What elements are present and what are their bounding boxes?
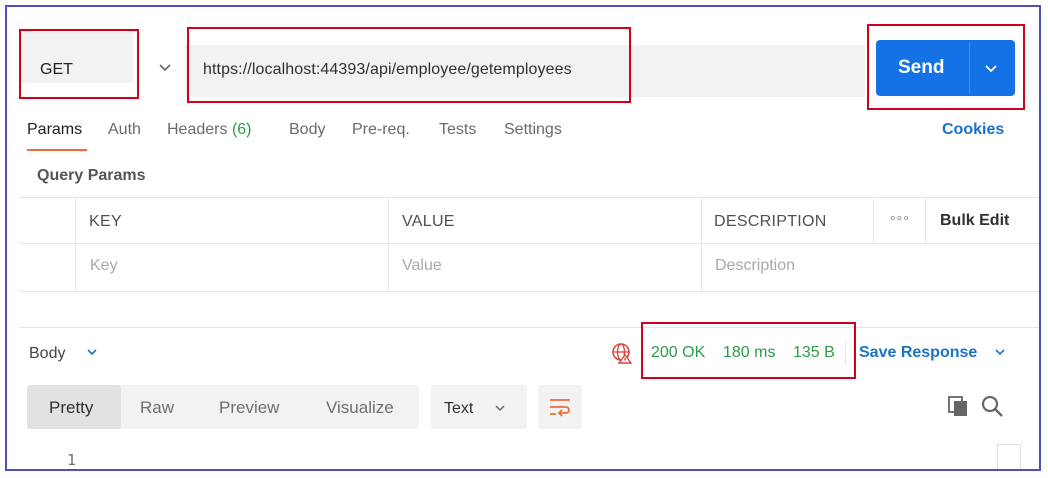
table-border: [701, 197, 702, 291]
table-border: [19, 291, 1039, 292]
wrap-lines-icon: [550, 399, 570, 417]
tab-pre-request[interactable]: Pre-req.: [352, 121, 410, 139]
chevron-down-icon[interactable]: [493, 401, 507, 415]
url-text: https://localhost:44393/api/employee/get…: [203, 61, 572, 78]
chevron-down-icon[interactable]: [993, 345, 1007, 359]
method-label: GET: [40, 61, 73, 78]
chevron-down-icon[interactable]: [157, 59, 173, 75]
table-border: [925, 197, 926, 243]
method-select[interactable]: [19, 29, 133, 83]
scrollbar[interactable]: [997, 444, 1021, 469]
status-divider: [845, 341, 846, 365]
tab-auth[interactable]: Auth: [108, 121, 141, 139]
key-input[interactable]: Key: [90, 257, 118, 275]
table-border: [19, 197, 1039, 198]
tab-headers-label: Headers: [167, 121, 228, 138]
value-input[interactable]: Value: [402, 257, 442, 275]
status-code[interactable]: 200 OK: [651, 344, 705, 362]
cookies-link[interactable]: Cookies: [942, 121, 1004, 139]
headers-count: (6): [231, 121, 252, 138]
table-border: [873, 197, 874, 243]
send-label: Send: [898, 57, 945, 78]
bulk-edit-button[interactable]: Bulk Edit: [940, 212, 1009, 230]
response-size[interactable]: 135 B: [793, 344, 835, 362]
col-header-key: KEY: [89, 213, 122, 230]
view-preview[interactable]: Preview: [219, 398, 279, 418]
network-globe-icon[interactable]: [611, 342, 633, 364]
view-pretty[interactable]: Pretty: [49, 398, 93, 418]
response-divider: [19, 327, 1039, 328]
description-input[interactable]: Description: [715, 257, 795, 275]
response-body-dropdown[interactable]: Body: [29, 345, 65, 363]
more-options-icon[interactable]: ◦◦◦: [890, 210, 910, 228]
col-header-value: VALUE: [402, 213, 455, 230]
col-header-description: DESCRIPTION: [714, 213, 827, 230]
active-tab-indicator: [27, 149, 87, 151]
table-border: [388, 197, 389, 291]
app-frame: GET https://localhost:44393/api/employee…: [5, 5, 1041, 471]
tab-headers[interactable]: Headers (6): [167, 121, 252, 139]
query-params-title: Query Params: [37, 167, 146, 184]
table-border: [19, 243, 1039, 244]
tab-body[interactable]: Body: [289, 121, 325, 139]
copy-icon[interactable]: [947, 395, 969, 417]
response-time[interactable]: 180 ms: [723, 344, 775, 362]
view-raw[interactable]: Raw: [140, 398, 174, 418]
tab-params[interactable]: Params: [27, 121, 82, 139]
tab-settings[interactable]: Settings: [504, 121, 562, 139]
send-divider: [969, 42, 970, 94]
table-border: [75, 197, 76, 291]
save-response-button[interactable]: Save Response: [859, 344, 977, 362]
view-visualize[interactable]: Visualize: [326, 398, 394, 418]
tab-tests[interactable]: Tests: [439, 121, 476, 139]
format-label: Text: [444, 400, 474, 417]
chevron-down-icon[interactable]: [983, 60, 999, 76]
line-number: 1: [67, 451, 77, 469]
search-icon[interactable]: [980, 394, 1004, 418]
chevron-down-icon[interactable]: [85, 345, 99, 359]
